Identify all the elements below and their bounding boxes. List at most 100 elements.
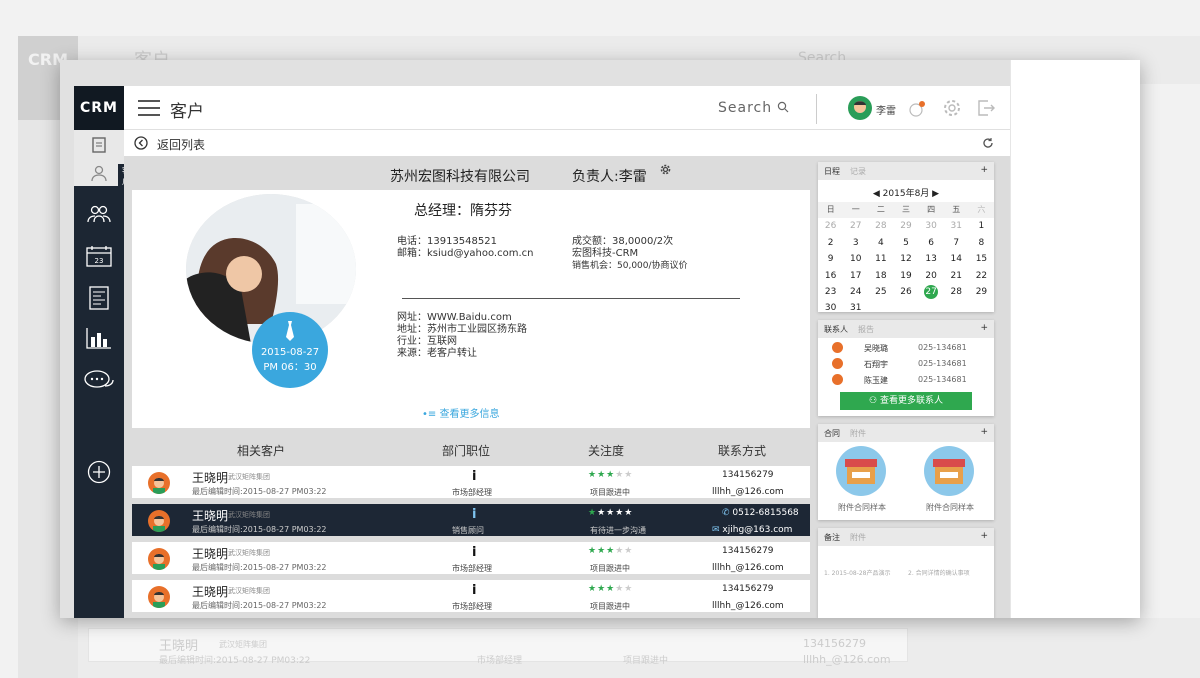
calendar-day[interactable]: 9 — [818, 251, 843, 267]
add-note-icon[interactable]: + — [980, 531, 988, 541]
add-event-icon[interactable]: + — [980, 165, 988, 175]
tie-icon — [286, 321, 294, 341]
calendar-day[interactable]: 10 — [843, 251, 868, 267]
table-row[interactable]: 王晓明 武汉矩阵集团 最后编辑时间:2015-08-27 PM03:22 i 市… — [132, 542, 810, 576]
tie-icon: i — [472, 469, 477, 484]
calendar-day[interactable]: 8 — [969, 235, 994, 251]
calendar-day[interactable]: 22 — [969, 268, 994, 284]
calendar-day[interactable]: 13 — [919, 251, 944, 267]
row-name: 王晓明 — [192, 585, 229, 599]
contract-item[interactable]: 附件合同样本 — [906, 446, 994, 516]
calendar-day[interactable]: 21 — [944, 268, 969, 284]
calendar-day[interactable]: 12 — [893, 251, 918, 267]
calendar-day — [919, 300, 944, 316]
table-row-selected[interactable]: 王晓明 武汉矩阵集团 最后编辑时间:2015-08-27 PM03:22 i 销… — [132, 504, 810, 538]
calendar-day[interactable]: 23 — [818, 284, 843, 300]
calendar-day[interactable]: 29 — [893, 218, 918, 234]
calendar-day[interactable]: 30 — [919, 218, 944, 234]
calendar-day[interactable]: 19 — [893, 268, 918, 284]
contacts-sub-label[interactable]: 报告 — [858, 325, 874, 334]
contract-item[interactable]: 附件合同样本 — [818, 446, 906, 516]
notification-icon[interactable] — [908, 100, 926, 118]
calendar-day[interactable]: 30 — [818, 300, 843, 316]
search-input[interactable]: Search — [718, 100, 772, 116]
column-header-customer: 相关客户 — [237, 444, 286, 458]
calendar-day[interactable]: 31 — [843, 300, 868, 316]
calendar-day[interactable]: 5 — [893, 235, 918, 251]
note-item[interactable]: 1. 2015-08-28产品演示 — [824, 568, 891, 577]
calendar-day[interactable]: 17 — [843, 268, 868, 284]
sidebar-item-contacts[interactable] — [74, 194, 124, 234]
search-icon[interactable] — [777, 101, 789, 113]
row-email: lllhh_@126.com — [712, 601, 784, 611]
avatar[interactable] — [848, 96, 872, 120]
calendar-day[interactable]: 2 — [818, 235, 843, 251]
window-frame-right — [1010, 60, 1140, 618]
calendar-day — [893, 300, 918, 316]
calendar-day[interactable]: 1 — [969, 218, 994, 234]
settings-gear-icon[interactable] — [942, 98, 962, 118]
sidebar-item-report[interactable] — [74, 278, 124, 318]
calendar-day[interactable]: 26 — [893, 284, 918, 300]
refresh-icon[interactable] — [982, 137, 994, 149]
row-email: lllhh_@126.com — [712, 563, 784, 573]
calendar-day[interactable]: 27 — [843, 218, 868, 234]
next-month-icon[interactable]: ▶ — [929, 189, 939, 199]
notes-sub-label[interactable]: 附件 — [850, 533, 866, 542]
sidebar-item-customer[interactable] — [74, 160, 124, 186]
prev-month-icon[interactable]: ◀ — [873, 189, 883, 199]
sidebar-item-statistics[interactable] — [74, 318, 124, 358]
calendar-day[interactable]: 11 — [868, 251, 893, 267]
note-item[interactable]: 2. 合同详情的确认事项 — [908, 568, 970, 577]
calendar-day[interactable]: 28 — [868, 218, 893, 234]
calendar-day[interactable]: 29 — [969, 284, 994, 300]
header: 客户 Search 李雷 — [124, 86, 1010, 130]
calendar-day[interactable]: 26 — [818, 218, 843, 234]
back-to-list-link[interactable]: 返回列表 — [157, 136, 205, 153]
calendar-day[interactable]: 14 — [944, 251, 969, 267]
calendar-day[interactable]: 3 — [843, 235, 868, 251]
more-info-icon: •≡ — [422, 409, 440, 420]
window-frame-top — [60, 60, 1140, 86]
sidebar-item-document[interactable] — [74, 130, 124, 160]
contact-item[interactable]: 陈玉建 025-134681 — [818, 372, 994, 388]
calendar-day[interactable]: 16 — [818, 268, 843, 284]
owner-gear-icon[interactable] — [660, 164, 671, 175]
calendar-day[interactable]: 7 — [944, 235, 969, 251]
column-header-position: 部门职位 — [442, 444, 491, 458]
calendar-day-today[interactable]: 27 — [919, 284, 944, 300]
contract-sub-label[interactable]: 附件 — [850, 429, 866, 438]
email-info: 邮箱：ksiud@yahoo.com.cn — [397, 248, 534, 259]
logo: CRM — [74, 86, 124, 130]
calendar-label: 日程 — [824, 167, 840, 176]
table-row[interactable]: 王晓明 武汉矩阵集团 最后编辑时间:2015-08-27 PM03:22 i 市… — [132, 580, 810, 614]
calendar-day[interactable]: 4 — [868, 235, 893, 251]
table-row[interactable]: 王晓明 武汉矩阵集团 最后编辑时间:2015-08-27 PM03:22 i 市… — [132, 466, 810, 500]
calendar-day[interactable]: 20 — [919, 268, 944, 284]
back-arrow-icon[interactable] — [134, 136, 148, 150]
weekday: 五 — [943, 202, 969, 219]
calendar-day[interactable]: 31 — [944, 218, 969, 234]
more-info-link[interactable]: •≡ 查看更多信息 — [422, 405, 499, 420]
logout-icon[interactable] — [976, 98, 996, 118]
contact-phone: 025-134681 — [918, 375, 967, 384]
username[interactable]: 李雷 — [876, 102, 896, 117]
contact-name: 吴晓璐 — [864, 344, 888, 353]
sidebar-item-calendar[interactable]: 23 — [74, 236, 124, 276]
sidebar-item-messages[interactable] — [74, 360, 124, 400]
more-contacts-button[interactable]: ⚇ 查看更多联系人 — [840, 392, 972, 410]
sidebar-add-button[interactable] — [74, 452, 124, 492]
add-contact-icon[interactable]: + — [980, 323, 988, 333]
contact-item[interactable]: 吴晓璐 025-134681 — [818, 340, 994, 356]
calendar-day[interactable]: 15 — [969, 251, 994, 267]
calendar-day[interactable]: 28 — [944, 284, 969, 300]
calendar-day[interactable]: 24 — [843, 284, 868, 300]
calendar-day[interactable]: 6 — [919, 235, 944, 251]
calendar-sub-label[interactable]: 记录 — [850, 167, 866, 176]
menu-icon[interactable] — [138, 100, 160, 116]
address-info: 地址：苏州市工业园区扬东路 — [397, 324, 527, 335]
contact-item[interactable]: 石翔宇 025-134681 — [818, 356, 994, 372]
add-contract-icon[interactable]: + — [980, 427, 988, 437]
calendar-day[interactable]: 25 — [868, 284, 893, 300]
calendar-day[interactable]: 18 — [868, 268, 893, 284]
